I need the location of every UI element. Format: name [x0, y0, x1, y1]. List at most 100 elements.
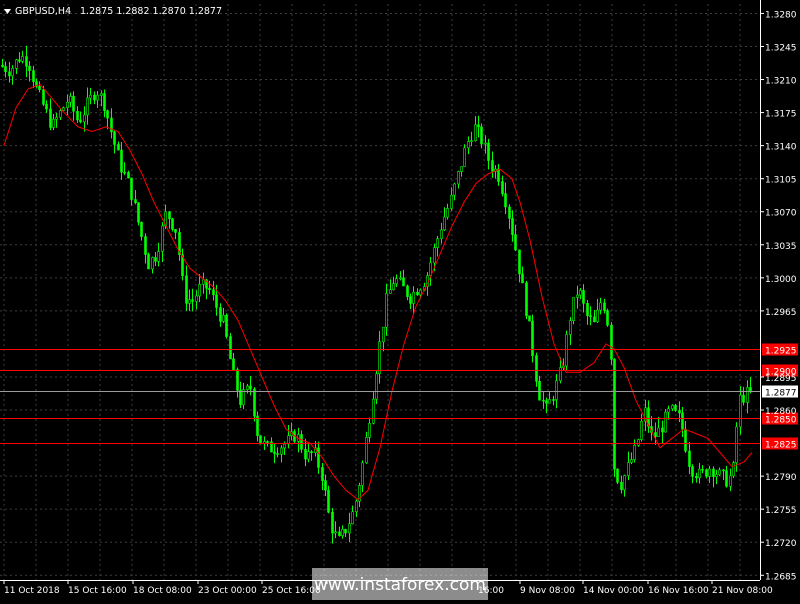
candle-body	[691, 466, 694, 477]
candle-body	[130, 177, 133, 200]
candle-body	[640, 420, 643, 440]
candle-body	[436, 238, 439, 248]
x-tick-label: 21 Nov 08:00	[712, 586, 773, 596]
x-tick-label: 18 Oct 08:00	[133, 586, 192, 596]
y-tick-label: 1.2860	[765, 407, 797, 417]
y-tick-label: 1.2965	[765, 308, 797, 318]
candle-body	[446, 208, 449, 218]
y-tick-label: 1.3070	[765, 209, 797, 219]
candle-body	[161, 225, 164, 252]
candle-body	[671, 405, 674, 410]
candle-body	[147, 254, 150, 270]
candle-body	[236, 369, 239, 391]
candle-body	[667, 408, 670, 413]
candle-body	[287, 435, 290, 445]
chart-svg: 1.29251.29001.28501.28251.2877 1.32801.3…	[0, 0, 800, 600]
watermark: www.instaforex.com	[314, 575, 486, 595]
candle-body	[525, 282, 528, 317]
candle-body	[300, 434, 303, 450]
candle-body	[501, 181, 504, 194]
x-tick-label: 9 Nov 08:00	[520, 586, 575, 596]
candle-body	[511, 218, 514, 235]
candle-body	[212, 289, 215, 296]
candle-body	[514, 234, 517, 251]
candle-body	[382, 326, 385, 343]
candle-body	[283, 443, 286, 449]
candle-body	[100, 93, 103, 96]
candle-body	[433, 247, 436, 264]
candle-body	[59, 110, 62, 118]
candle-body	[443, 216, 446, 231]
candle-body	[72, 95, 75, 112]
candle-body	[569, 320, 572, 335]
candle-body	[137, 202, 140, 223]
candle-body	[42, 89, 45, 105]
candle-body	[555, 380, 558, 400]
candle-body	[15, 59, 18, 69]
candle-body	[310, 451, 313, 454]
candle-body	[528, 315, 531, 322]
candle-body	[83, 114, 86, 123]
level-label: 1.2925	[765, 347, 797, 357]
candle-body	[440, 229, 443, 240]
candle-body	[681, 412, 684, 430]
candle-body	[552, 399, 555, 401]
candle-body	[657, 427, 660, 437]
candle-body	[195, 295, 198, 302]
candle-body	[705, 469, 708, 477]
candle-body	[484, 142, 487, 145]
y-tick-label: 1.2755	[765, 506, 797, 516]
candle-body	[52, 118, 55, 128]
candle-body	[351, 511, 354, 525]
candle-body	[127, 172, 130, 179]
candle-body	[321, 467, 324, 481]
candle-body	[395, 278, 398, 284]
candle-body	[276, 453, 279, 455]
candle-body	[45, 104, 48, 110]
candle-body	[55, 117, 58, 120]
candle-body	[402, 277, 405, 287]
candle-body	[429, 262, 432, 276]
x-tick-label: 16 Nov 16:00	[648, 586, 709, 596]
candle-body	[419, 289, 422, 296]
candle-body	[202, 279, 205, 285]
candle-body	[722, 469, 725, 472]
candle-body	[38, 86, 41, 90]
candle-body	[25, 56, 28, 67]
candle-body	[542, 399, 545, 402]
y-tick-label: 1.3175	[765, 110, 797, 120]
candle-body	[548, 399, 551, 404]
candle-body	[616, 468, 619, 483]
candle-body	[678, 410, 681, 414]
candle-body	[157, 251, 160, 262]
candle-body	[385, 293, 388, 328]
candle-body	[474, 124, 477, 141]
candle-body	[701, 468, 704, 471]
candle-body	[729, 475, 732, 487]
candle-body	[110, 117, 113, 133]
candle-body	[49, 108, 52, 128]
candle-body	[86, 97, 89, 116]
candle-body	[4, 66, 7, 73]
candle-body	[222, 314, 225, 322]
candle-body	[746, 387, 749, 403]
candle-body	[338, 531, 341, 536]
candle-body	[735, 426, 738, 463]
level-label: 1.2825	[765, 441, 797, 451]
candle-body	[470, 140, 473, 142]
candle-body	[491, 160, 494, 172]
candle-body	[749, 387, 752, 392]
candle-body	[599, 302, 602, 311]
candle-body	[11, 68, 14, 77]
candle-body	[392, 283, 395, 291]
candle-body	[76, 110, 79, 121]
candle-body	[613, 359, 616, 470]
candle-body	[531, 320, 534, 356]
chart: 1.2925 1.2900 1.2850 1.2825 1.2877 1.3280 1.3…	[0, 0, 800, 600]
candle-body	[715, 474, 718, 477]
candle-body	[66, 101, 69, 108]
candle-body	[21, 56, 24, 62]
candle-body	[412, 291, 415, 304]
candle-body	[368, 422, 371, 438]
candle-body	[253, 388, 256, 417]
